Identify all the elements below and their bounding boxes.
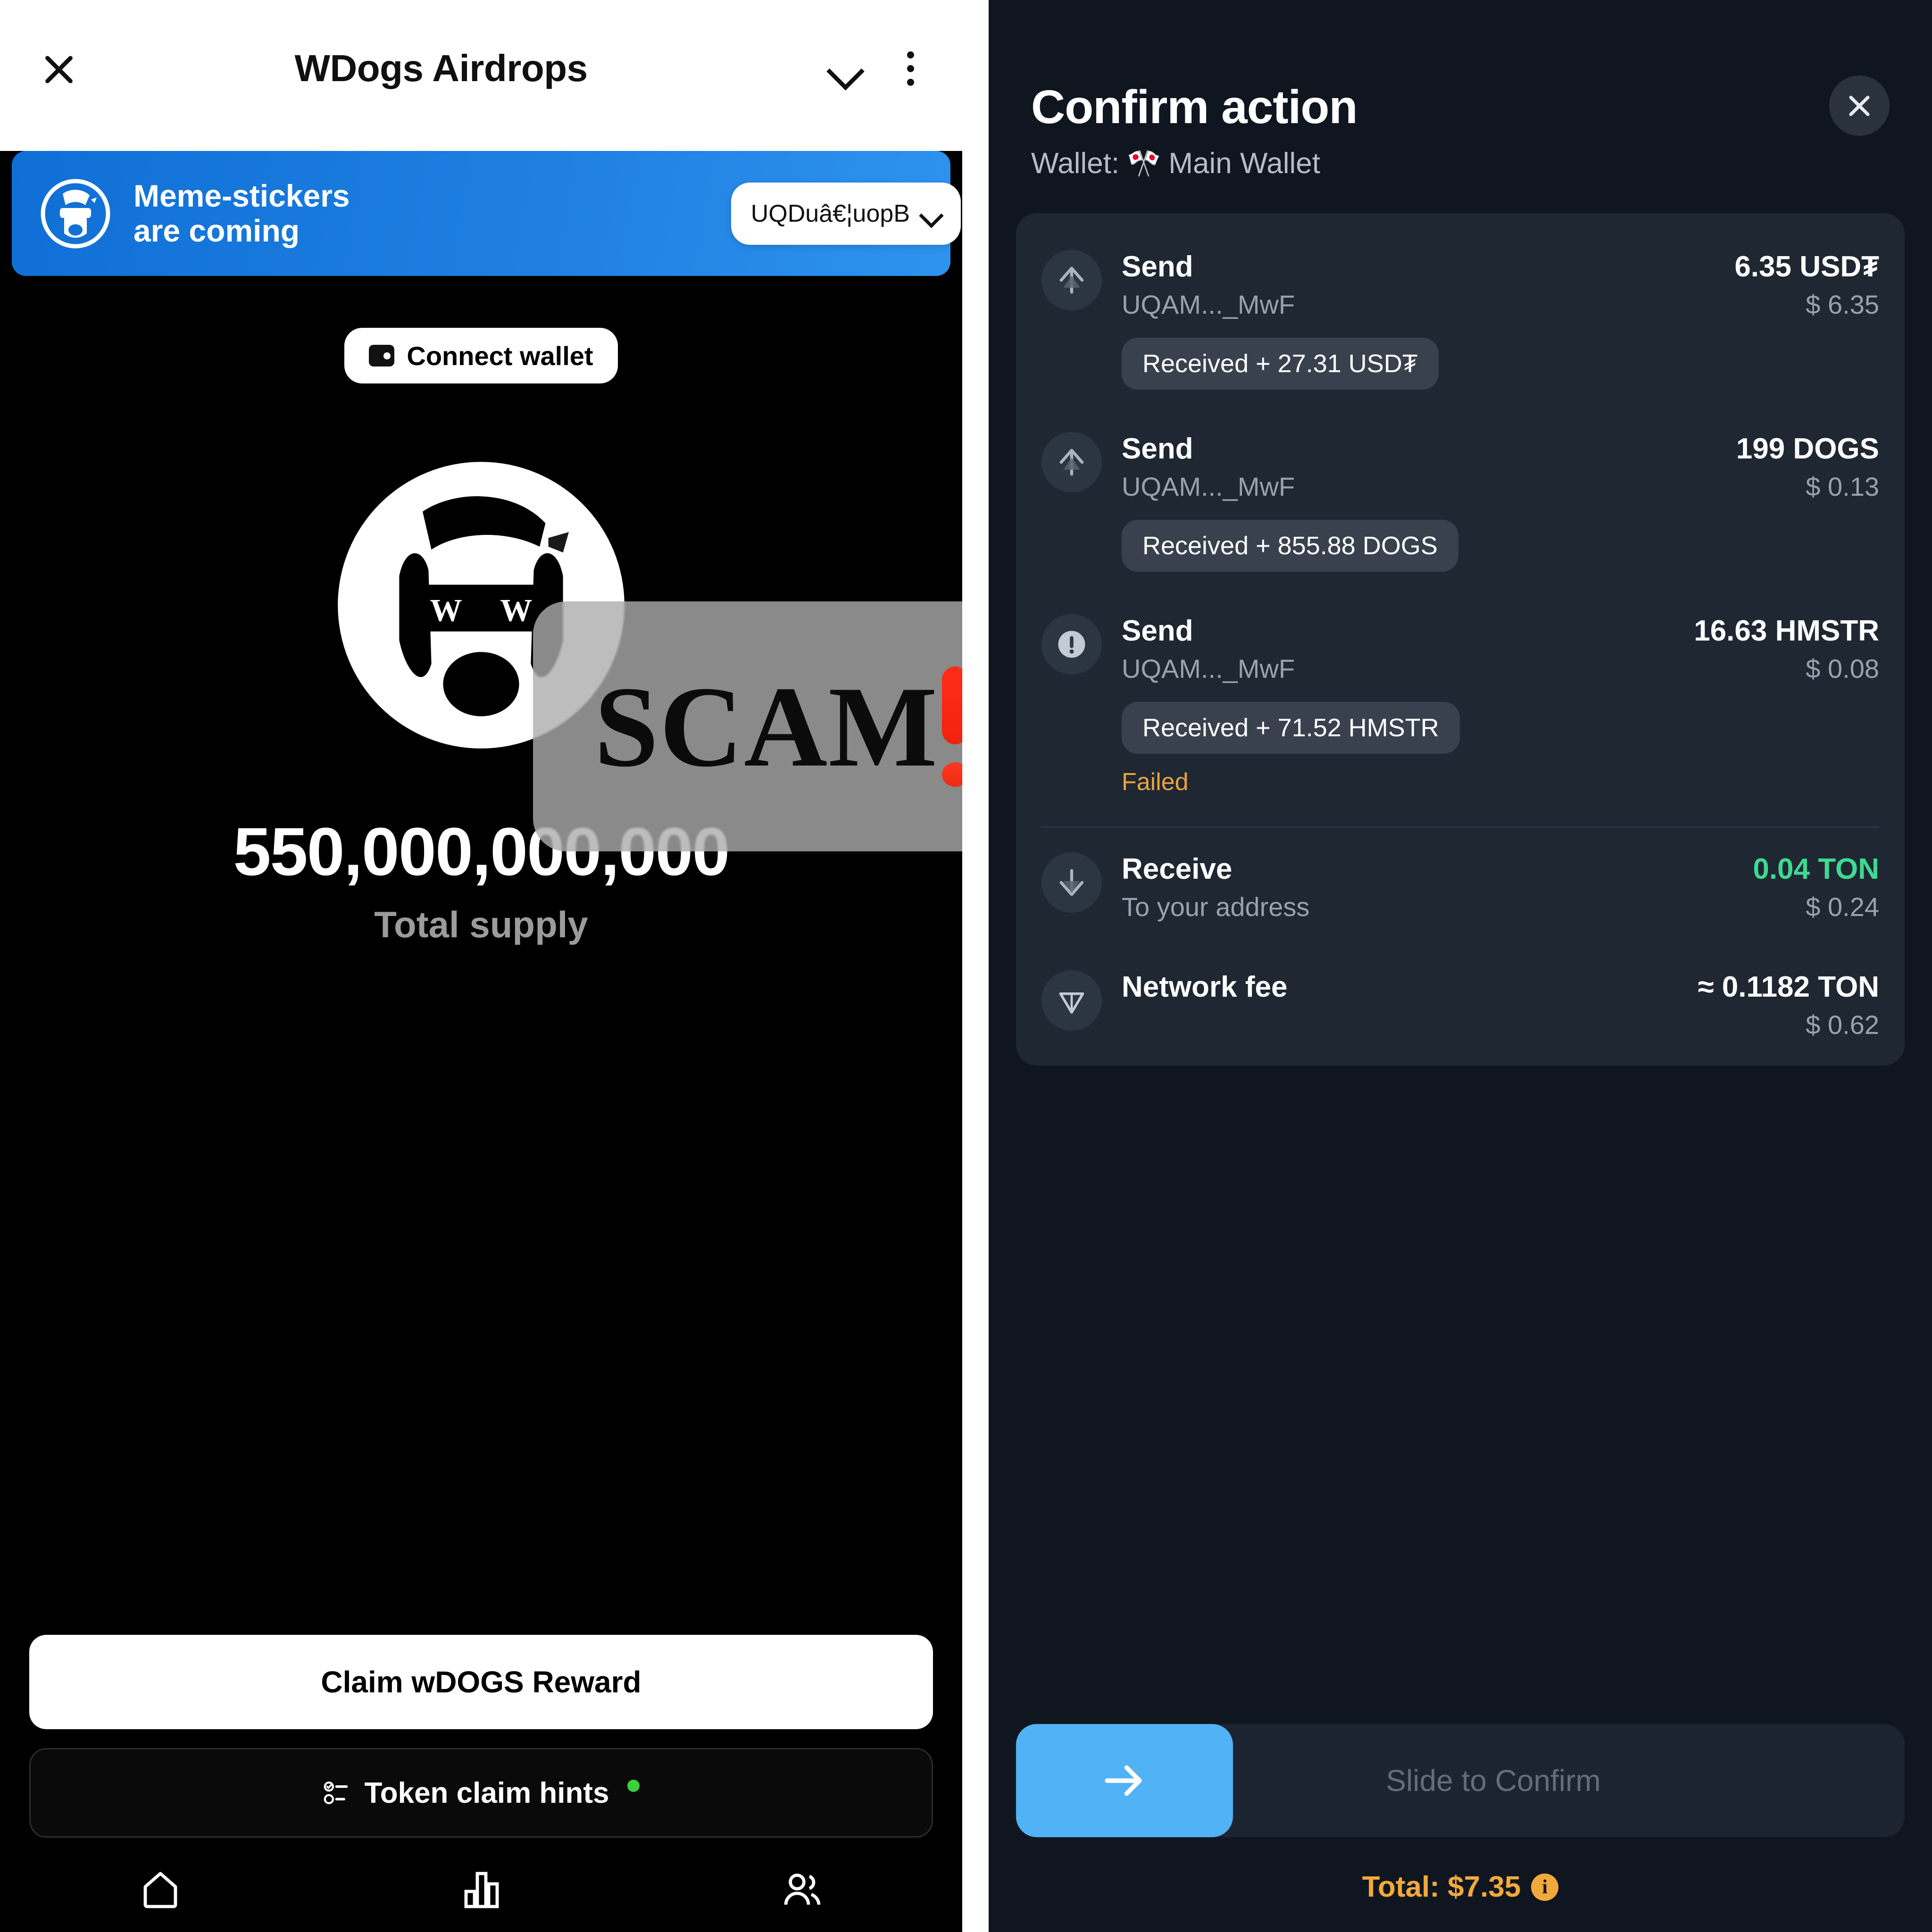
- confirm-header: Confirm action Wallet: 🎌 Main Wallet: [989, 0, 1932, 180]
- tx-title: Receive: [1122, 853, 1232, 885]
- slide-to-confirm-label: Slide to Confirm: [1386, 1764, 1601, 1798]
- received-badge: Received + 71.52 HMSTR: [1122, 702, 1460, 754]
- chevron-down-icon[interactable]: [821, 45, 868, 92]
- page-title: WDogs Airdrops: [294, 47, 588, 89]
- arrow-down-icon: [1041, 852, 1102, 913]
- table-row[interactable]: Network fee ≈ 0.1182 TON $ 0.62: [1041, 960, 1879, 1047]
- chevron-down-icon: [919, 203, 941, 225]
- scam-warning-overlay: SCAM: [533, 601, 962, 851]
- tx-title: Send: [1122, 250, 1193, 283]
- banner-text: Meme-stickers are coming: [133, 178, 350, 248]
- close-icon[interactable]: [38, 47, 80, 90]
- warning-icon: [1041, 614, 1102, 675]
- checklist-icon: [324, 1781, 348, 1805]
- status-badge: [627, 1780, 640, 1792]
- tx-title: Send: [1122, 615, 1193, 647]
- claim-reward-label: Claim wDOGS Reward: [321, 1665, 641, 1699]
- tx-address: To your address: [1122, 892, 1310, 922]
- table-row[interactable]: Send 199 DOGS UQAM..._MwF $ 0.13 Receive…: [1041, 422, 1879, 576]
- tx-title: Network fee: [1122, 971, 1288, 1003]
- wallet-address-pill[interactable]: UQDuâ€¦uopB: [731, 182, 961, 245]
- svg-text:W: W: [430, 592, 462, 628]
- received-badge: Received + 855.88 DOGS: [1122, 520, 1458, 572]
- tx-amount: ≈ 0.1182 TON: [1698, 971, 1879, 1003]
- table-row[interactable]: Send 16.63 HMSTR UQAM..._MwF $ 0.08 Rece…: [1041, 604, 1879, 808]
- tx-address: UQAM..._MwF: [1122, 654, 1295, 683]
- connect-wallet-label: Connect wallet: [407, 341, 593, 371]
- token-claim-hints-button[interactable]: Token claim hints: [29, 1748, 933, 1838]
- arrow-up-icon: [1041, 250, 1102, 310]
- tx-title: Send: [1122, 433, 1193, 465]
- table-row[interactable]: Receive 0.04 TON To your address $ 0.24: [1041, 842, 1879, 929]
- ton-diamond-icon: [1041, 970, 1102, 1031]
- crossed-flags-icon: 🎌: [1127, 148, 1161, 179]
- wdogs-logo-icon: [41, 179, 110, 248]
- tx-fiat: $ 0.08: [1806, 654, 1879, 683]
- bottom-tabbar: [0, 1847, 962, 1932]
- confirm-footer: Slide to Confirm Total: $7.35 i: [989, 1724, 1932, 1932]
- miniapp-header: WDogs Airdrops: [0, 0, 962, 151]
- wallet-name-label: Main Wallet: [1168, 147, 1320, 180]
- confirm-action-panel: Confirm action Wallet: 🎌 Main Wallet Sen…: [989, 0, 1932, 1932]
- tx-amount: 16.63 HMSTR: [1694, 615, 1879, 647]
- tx-address: UQAM..._MwF: [1122, 290, 1295, 319]
- screenshot-root: WDogs Airdrops Meme-stickers are coming …: [0, 0, 1932, 1932]
- wallet-icon: [369, 345, 395, 366]
- wallet-line: Wallet: 🎌 Main Wallet: [1031, 147, 1890, 180]
- panel-divider: [962, 0, 989, 1932]
- tx-amount: 199 DOGS: [1736, 433, 1879, 465]
- tx-fiat: $ 6.35: [1806, 290, 1879, 319]
- double-exclamation-icon: [942, 666, 962, 787]
- claim-reward-button[interactable]: Claim wDOGS Reward: [29, 1635, 933, 1729]
- tx-fiat: $ 0.62: [1806, 1010, 1879, 1040]
- slider-handle[interactable]: [1016, 1724, 1233, 1837]
- tx-address: UQAM..._MwF: [1122, 472, 1295, 501]
- svg-text:W: W: [500, 592, 532, 628]
- total-label: Total: $7.35: [1362, 1871, 1521, 1903]
- arrow-up-icon: [1041, 432, 1102, 492]
- promo-banner[interactable]: Meme-stickers are coming UQDuâ€¦uopB: [12, 151, 961, 276]
- wallet-prefix-label: Wallet:: [1031, 147, 1120, 180]
- wallet-address-label: UQDuâ€¦uopB: [750, 200, 910, 227]
- transaction-list-card: Send 6.35 USD₮ UQAM..._MwF $ 6.35 Receiv…: [1016, 213, 1905, 1066]
- bottom-actions: Claim wDOGS Reward Token claim hints: [0, 1635, 962, 1838]
- tx-fiat: $ 0.24: [1806, 892, 1879, 922]
- total-row: Total: $7.35 i: [1016, 1870, 1905, 1904]
- table-row[interactable]: Send 6.35 USD₮ UQAM..._MwF $ 6.35 Receiv…: [1041, 240, 1879, 394]
- confirm-title: Confirm action: [1031, 81, 1358, 133]
- token-claim-hints-label: Token claim hints: [364, 1776, 609, 1809]
- bar-chart-icon[interactable]: [458, 1867, 504, 1912]
- close-icon[interactable]: [1829, 75, 1890, 136]
- tx-amount: 6.35 USD₮: [1734, 250, 1879, 283]
- info-icon[interactable]: i: [1531, 1873, 1559, 1901]
- people-icon[interactable]: [779, 1867, 824, 1912]
- received-badge: Received + 27.31 USD₮: [1122, 338, 1439, 390]
- status-badge: Failed: [1122, 768, 1189, 796]
- home-icon[interactable]: [138, 1867, 183, 1912]
- arrow-right-icon: [1105, 1765, 1142, 1796]
- telegram-miniapp-panel: WDogs Airdrops Meme-stickers are coming …: [0, 0, 962, 1932]
- tx-fiat: $ 0.13: [1806, 472, 1879, 501]
- total-supply-label: Total supply: [374, 904, 588, 945]
- more-vertical-icon[interactable]: [896, 45, 924, 92]
- connect-wallet-button[interactable]: Connect wallet: [344, 328, 618, 383]
- tx-amount: 0.04 TON: [1753, 853, 1879, 885]
- miniapp-body: Connect wallet W W 550,000,000,000 Total…: [0, 276, 962, 1932]
- slide-to-confirm-slider[interactable]: Slide to Confirm: [1016, 1724, 1905, 1837]
- scam-warning-text: SCAM: [594, 662, 939, 791]
- divider: [1041, 826, 1879, 828]
